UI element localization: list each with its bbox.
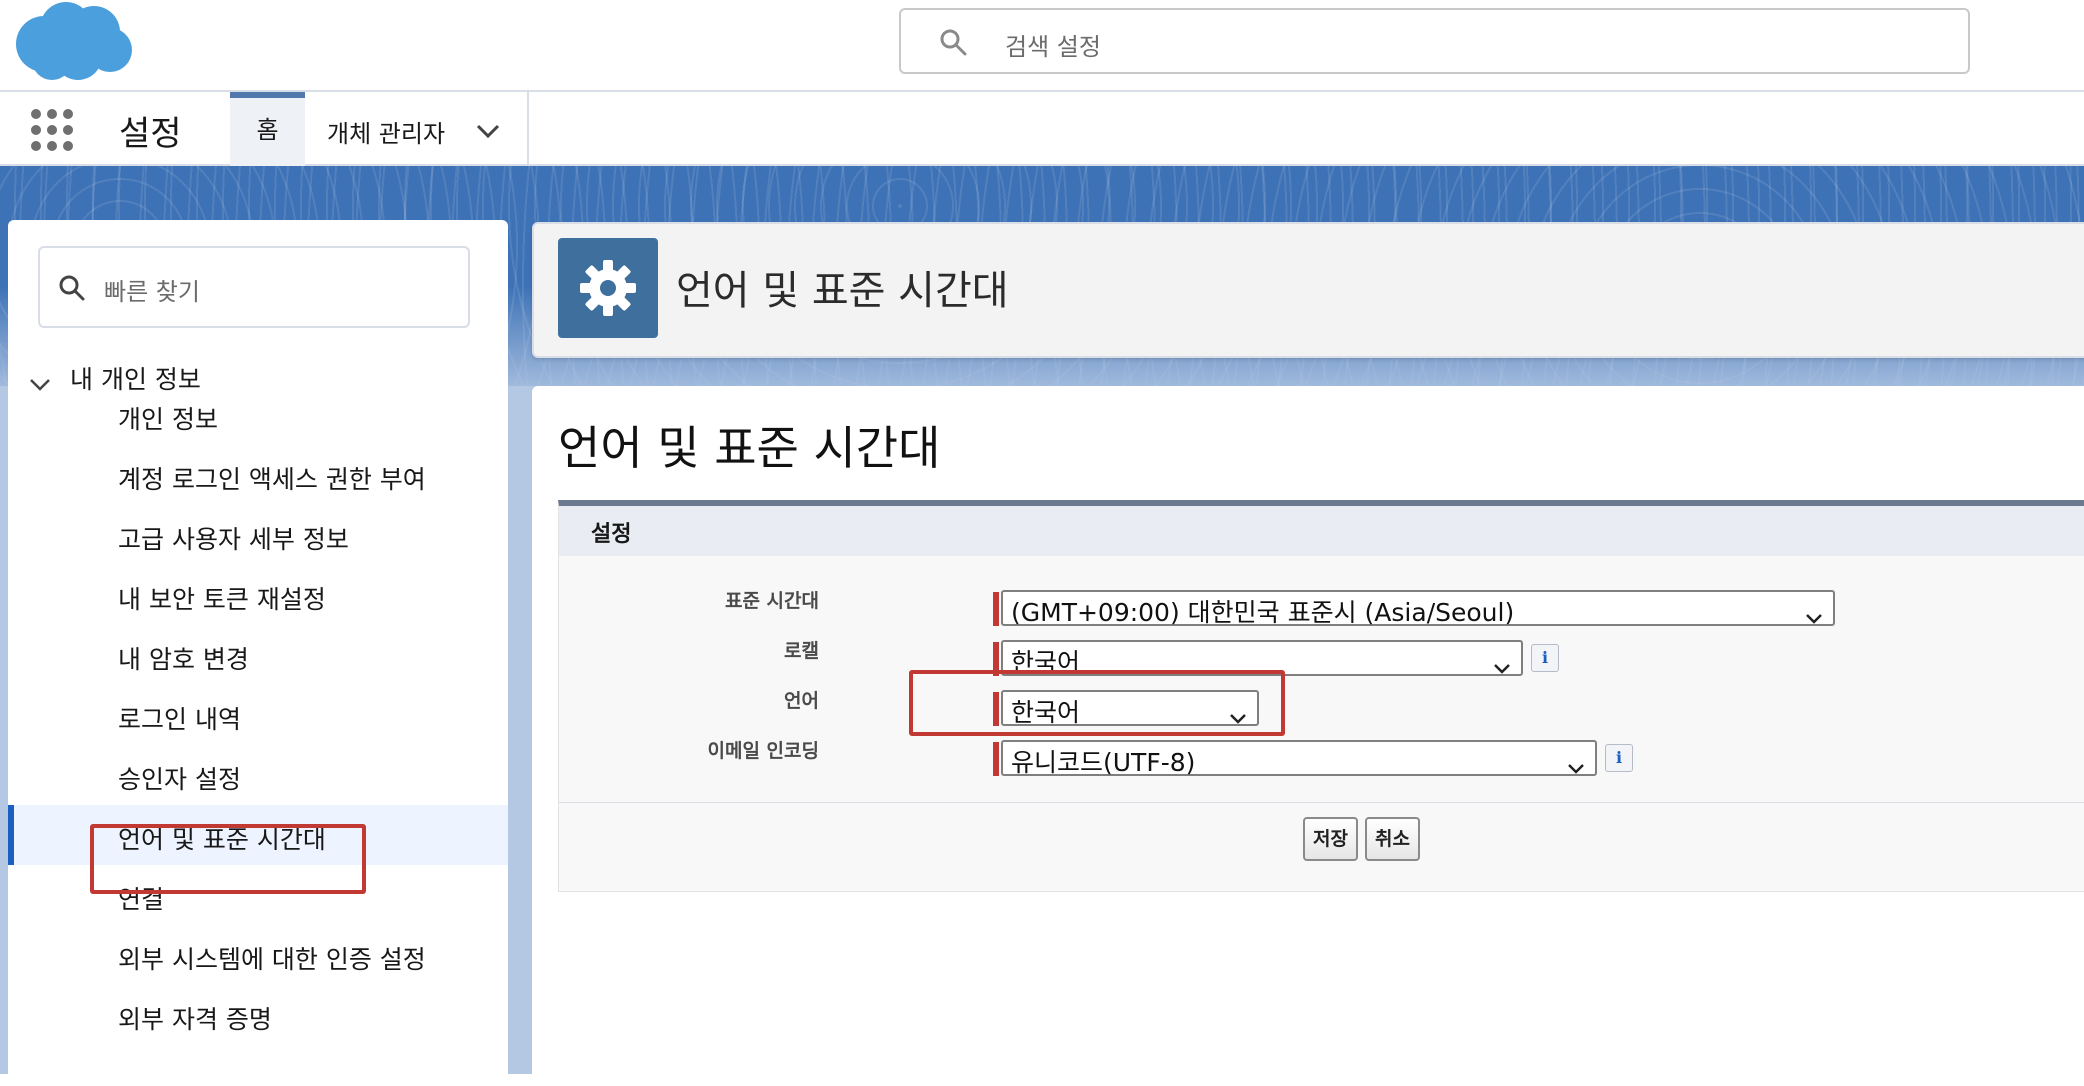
locale-label: 로캘: [784, 640, 819, 662]
tab-object-manager-label: 개체 관리자: [327, 120, 446, 148]
timezone-label: 표준 시간대: [724, 590, 819, 612]
sidebar-item-external-auth-settings[interactable]: 외부 시스템에 대한 인증 설정: [8, 925, 508, 985]
chevron-down-icon[interactable]: [475, 118, 501, 146]
sidebar-item-label: 로그인 내역: [118, 705, 241, 734]
app-launcher-icon[interactable]: [30, 108, 74, 156]
required-indicator: [993, 742, 999, 776]
main-content: 언어 및 표준 시간대 설정 표준 시간대 (GMT+09:00) 대한민국 표…: [532, 386, 2084, 1086]
sidebar-item-reset-security-token[interactable]: 내 보안 토큰 재설정: [8, 565, 508, 625]
section-header: 설정: [559, 506, 2084, 556]
page-title: 언어 및 표준 시간대: [558, 421, 941, 475]
setup-sidebar: 빠른 찾기 내 개인 정보 개인 정보 계정 로그인 액세스 권한 부여 고급 …: [8, 220, 508, 1080]
sidebar-item-grant-login-access[interactable]: 계정 로그인 액세스 권한 부여: [8, 445, 508, 505]
app-nav-bar: 설정 홈 개체 관리자: [0, 92, 2084, 166]
sidebar-item-external-credentials[interactable]: 외부 자격 증명: [8, 985, 508, 1045]
sidebar-item-personal-info[interactable]: 개인 정보: [8, 385, 508, 445]
global-search-input[interactable]: 검색 설정: [899, 8, 1970, 74]
section-title: 설정: [591, 522, 632, 547]
email-encoding-info-icon[interactable]: i: [1605, 744, 1633, 772]
sidebar-item-change-password[interactable]: 내 암호 변경: [8, 625, 508, 685]
highlight-box-language: [909, 670, 1285, 736]
search-placeholder: 검색 설정: [1005, 33, 1101, 61]
highlight-box-sidebar: [90, 824, 366, 894]
chevron-down-icon: [1493, 652, 1511, 681]
salesforce-logo-icon[interactable]: [14, 0, 132, 88]
page-header: 언어 및 표준 시간대: [532, 222, 2084, 358]
cancel-button[interactable]: 취소: [1365, 817, 1420, 861]
timezone-value: (GMT+09:00) 대한민국 표준시 (Asia/Seoul): [1011, 598, 1515, 627]
quick-find-input[interactable]: 빠른 찾기: [38, 246, 470, 328]
settings-section: 설정 표준 시간대 (GMT+09:00) 대한민국 표준시 (Asia/Seo…: [558, 500, 2084, 892]
language-label: 언어: [784, 690, 819, 712]
sidebar-item-label: 외부 시스템에 대한 인증 설정: [118, 945, 426, 974]
tab-home[interactable]: 홈: [230, 92, 305, 166]
search-icon: [939, 28, 967, 60]
locale-info-icon[interactable]: i: [1531, 644, 1559, 672]
sidebar-item-label: 외부 자격 증명: [118, 1005, 272, 1034]
app-name: 설정: [119, 114, 182, 154]
active-indicator: [8, 805, 14, 865]
sidebar-item-label: 개인 정보: [118, 405, 218, 434]
sidebar-item-advanced-user-details[interactable]: 고급 사용자 세부 정보: [8, 505, 508, 565]
sidebar-item-label: 내 암호 변경: [118, 645, 249, 674]
email-encoding-select[interactable]: 유니코드(UTF-8): [1001, 740, 1597, 777]
sidebar-item-approver-settings[interactable]: 승인자 설정: [8, 745, 508, 805]
email-encoding-value: 유니코드(UTF-8): [1011, 748, 1196, 777]
timezone-select[interactable]: (GMT+09:00) 대한민국 표준시 (Asia/Seoul): [1001, 590, 1835, 627]
required-indicator: [993, 592, 999, 626]
save-button[interactable]: 저장: [1303, 817, 1358, 861]
global-header: 검색 설정: [0, 0, 2084, 92]
chevron-down-icon: [1805, 602, 1823, 631]
gear-icon: [558, 238, 658, 338]
sidebar-item-label: 내 보안 토큰 재설정: [118, 585, 326, 614]
search-icon: [58, 274, 86, 306]
sidebar-item-login-history[interactable]: 로그인 내역: [8, 685, 508, 745]
sidebar-item-label: 고급 사용자 세부 정보: [118, 525, 349, 554]
page-header-title: 언어 및 표준 시간대: [676, 268, 1009, 314]
tab-object-manager[interactable]: 개체 관리자: [305, 92, 529, 166]
chevron-down-icon: [1567, 752, 1585, 781]
email-encoding-label: 이메일 인코딩: [707, 740, 820, 762]
button-bar: 저장 취소: [559, 802, 2084, 892]
sidebar-item-label: 계정 로그인 액세스 권한 부여: [118, 465, 426, 494]
sidebar-item-label: 승인자 설정: [118, 765, 241, 794]
quick-find-placeholder: 빠른 찾기: [104, 278, 200, 306]
